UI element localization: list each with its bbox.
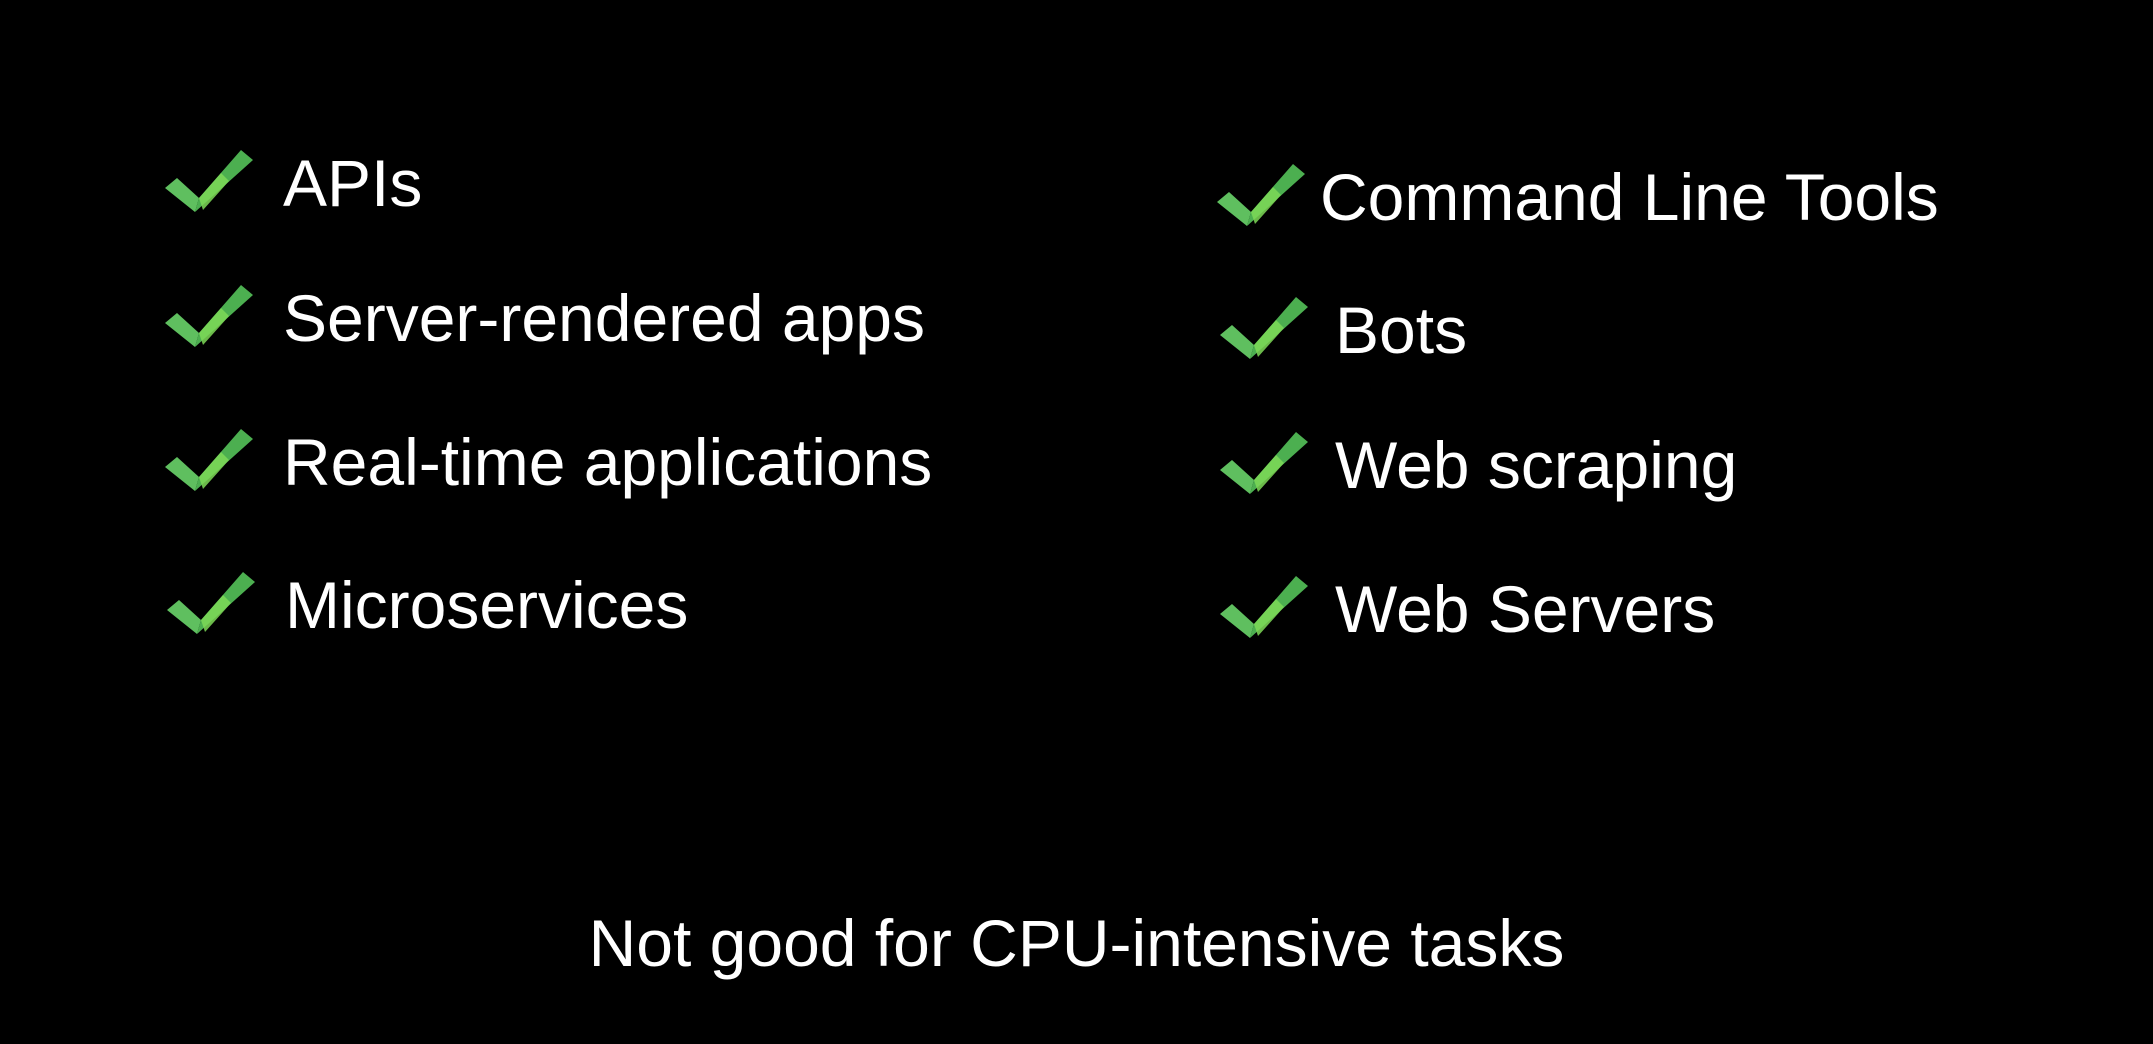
- item-label: Web scraping: [1335, 428, 1738, 502]
- check-icon: [1218, 574, 1310, 644]
- item-label: Server-rendered apps: [283, 281, 926, 355]
- item-label: Web Servers: [1335, 572, 1716, 646]
- item-label: APIs: [283, 146, 423, 220]
- check-icon: [163, 283, 255, 353]
- item-label: Microservices: [285, 568, 689, 642]
- check-icon: [1218, 295, 1310, 365]
- slide: APIs Server-rendered apps Real-time appl…: [0, 0, 2153, 1044]
- check-icon: [165, 570, 257, 640]
- check-icon: [1215, 162, 1307, 232]
- check-icon: [163, 148, 255, 218]
- footer-note: Not good for CPU-intensive tasks: [588, 906, 1565, 980]
- check-icon: [163, 427, 255, 497]
- item-label: Bots: [1335, 293, 1468, 367]
- item-label: Command Line Tools: [1320, 160, 1939, 234]
- item-label: Real-time applications: [283, 425, 933, 499]
- check-icon: [1218, 430, 1310, 500]
